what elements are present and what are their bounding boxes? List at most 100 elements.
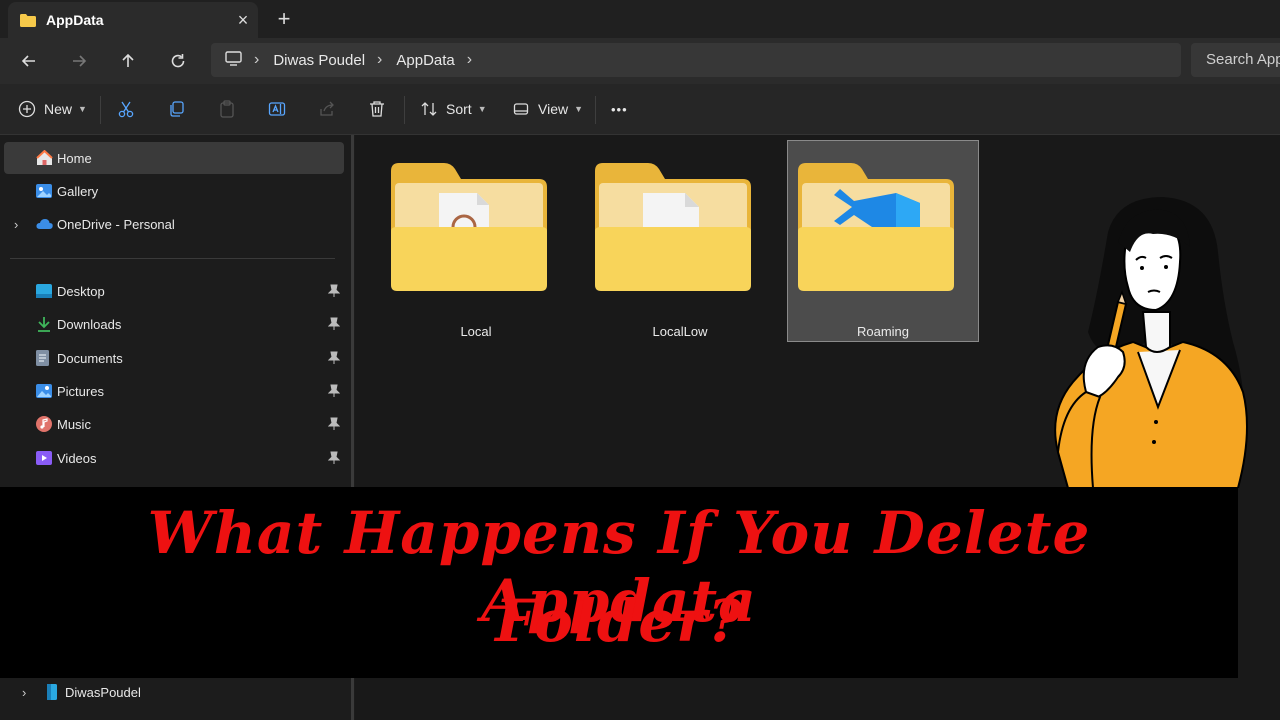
command-bar: New ▼ Sort ▼ View ▼ ••• bbox=[0, 84, 1280, 135]
close-tab-icon[interactable]: × bbox=[228, 10, 258, 31]
sidebar-item-label: Desktop bbox=[57, 283, 105, 299]
sidebar-item-gallery[interactable]: Gallery bbox=[4, 175, 344, 207]
sidebar-item-documents[interactable]: Documents bbox=[4, 342, 344, 374]
tab-title: AppData bbox=[46, 12, 104, 28]
view-button[interactable]: View ▼ bbox=[512, 94, 583, 124]
sidebar-divider bbox=[10, 258, 335, 259]
chevron-right-icon[interactable]: › bbox=[254, 51, 259, 69]
folder-vscode-icon bbox=[798, 163, 954, 291]
pin-icon[interactable] bbox=[327, 317, 341, 331]
new-tab-button[interactable]: + bbox=[272, 6, 296, 32]
share-icon bbox=[320, 101, 334, 116]
cut-button[interactable] bbox=[117, 94, 135, 124]
chevron-down-icon: ▼ bbox=[574, 104, 584, 114]
sidebar-item-videos[interactable]: Videos bbox=[4, 442, 344, 474]
sidebar-item-label: Videos bbox=[57, 450, 97, 466]
divider bbox=[404, 96, 405, 124]
folder-name: Local bbox=[460, 324, 492, 339]
view-icon bbox=[513, 103, 529, 115]
gallery-icon bbox=[36, 183, 52, 199]
chevron-right-icon[interactable]: › bbox=[377, 51, 382, 69]
paste-button[interactable] bbox=[218, 94, 236, 124]
folder-item[interactable]: Roaming bbox=[787, 140, 979, 342]
download-icon bbox=[36, 316, 52, 332]
desktop-icon bbox=[36, 283, 52, 299]
folder-name: LocalLow bbox=[652, 324, 708, 339]
tab-bar: AppData × + bbox=[0, 0, 1280, 38]
pin-icon[interactable] bbox=[327, 351, 341, 365]
search-input[interactable]: Search AppData bbox=[1191, 43, 1280, 77]
sort-icon bbox=[421, 102, 437, 116]
sidebar-item-label: Music bbox=[57, 416, 91, 432]
pin-icon[interactable] bbox=[327, 451, 341, 465]
sidebar-item-label: OneDrive - Personal bbox=[57, 216, 175, 232]
folder-name: Roaming bbox=[856, 324, 910, 339]
refresh-icon bbox=[171, 54, 185, 68]
sidebar-item-pictures[interactable]: Pictures bbox=[4, 375, 344, 407]
more-options-button[interactable]: ••• bbox=[611, 94, 628, 124]
documents-icon bbox=[36, 350, 52, 366]
sidebar-item-desktop[interactable]: Desktop bbox=[4, 275, 344, 307]
drive-icon bbox=[46, 684, 62, 700]
folder-blank-file-icon bbox=[595, 163, 751, 291]
sidebar-item-home[interactable]: Home bbox=[4, 142, 344, 174]
pin-icon[interactable] bbox=[327, 417, 341, 431]
view-label: View bbox=[538, 101, 569, 117]
sidebar-item-label: Downloads bbox=[57, 316, 122, 332]
folder-item[interactable]: LocalLow bbox=[585, 141, 775, 341]
folder-icon bbox=[20, 14, 36, 27]
divider bbox=[100, 96, 101, 124]
thinking-woman-illustration bbox=[1054, 197, 1248, 488]
music-icon bbox=[36, 416, 52, 432]
chevron-down-icon: ▼ bbox=[78, 104, 87, 114]
sidebar-item-music[interactable]: Music bbox=[4, 408, 344, 440]
pin-icon[interactable] bbox=[327, 384, 341, 398]
sort-label: Sort bbox=[446, 101, 472, 117]
new-button[interactable]: New ▼ bbox=[18, 94, 87, 124]
delete-button[interactable] bbox=[368, 94, 386, 124]
pictures-icon bbox=[36, 383, 52, 399]
sidebar-item-downloads[interactable]: Downloads bbox=[4, 308, 344, 340]
sidebar-item-label: Home bbox=[57, 150, 92, 166]
copy-icon bbox=[170, 101, 184, 117]
address-bar[interactable]: › Diwas Poudel › AppData › bbox=[211, 43, 1181, 77]
arrow-up-icon bbox=[122, 53, 134, 67]
back-button[interactable] bbox=[13, 46, 45, 76]
divider bbox=[595, 96, 596, 124]
plus-circle-icon bbox=[18, 100, 36, 118]
sidebar-item-label: Documents bbox=[57, 350, 123, 366]
refresh-button[interactable] bbox=[162, 46, 194, 76]
folder-item[interactable]: Local bbox=[381, 141, 571, 341]
address-row: › Diwas Poudel › AppData › Search AppDat… bbox=[0, 38, 1280, 84]
chevron-right-icon[interactable]: › bbox=[14, 217, 18, 232]
share-button[interactable] bbox=[318, 94, 336, 124]
scissors-icon bbox=[118, 101, 134, 118]
trash-icon bbox=[370, 101, 384, 117]
forward-button[interactable] bbox=[63, 46, 95, 76]
chevron-right-icon[interactable]: › bbox=[467, 51, 472, 69]
arrow-right-icon bbox=[73, 55, 87, 67]
arrow-left-icon bbox=[21, 55, 35, 67]
banner-title-line-2: Folder? bbox=[495, 587, 743, 655]
videos-icon bbox=[36, 450, 52, 466]
title-banner: What Happens If You Delete Appdata Folde… bbox=[0, 487, 1238, 678]
breadcrumb-appdata[interactable]: AppData bbox=[396, 52, 454, 69]
chevron-right-icon[interactable]: › bbox=[22, 685, 26, 700]
up-button[interactable] bbox=[112, 46, 144, 76]
home-icon bbox=[36, 149, 53, 166]
tab-appdata[interactable]: AppData × bbox=[8, 2, 258, 38]
cloud-icon bbox=[36, 216, 53, 232]
new-label: New bbox=[44, 101, 73, 117]
sidebar-item-label: DiwasPoudel bbox=[65, 684, 141, 700]
rename-button[interactable] bbox=[268, 94, 286, 124]
sidebar-item-onedrive[interactable]: › OneDrive - Personal bbox=[4, 208, 344, 240]
rename-icon bbox=[268, 102, 286, 116]
sidebar-item-diwaspoudel[interactable]: › DiwasPoudel bbox=[4, 676, 344, 708]
copy-button[interactable] bbox=[168, 94, 186, 124]
computer-icon bbox=[225, 50, 242, 70]
breadcrumb-diwas-poudel[interactable]: Diwas Poudel bbox=[273, 52, 365, 69]
sort-button[interactable]: Sort ▼ bbox=[420, 94, 487, 124]
paste-icon bbox=[220, 100, 234, 118]
pin-icon[interactable] bbox=[327, 284, 341, 298]
folder-app-file-icon bbox=[391, 163, 547, 291]
